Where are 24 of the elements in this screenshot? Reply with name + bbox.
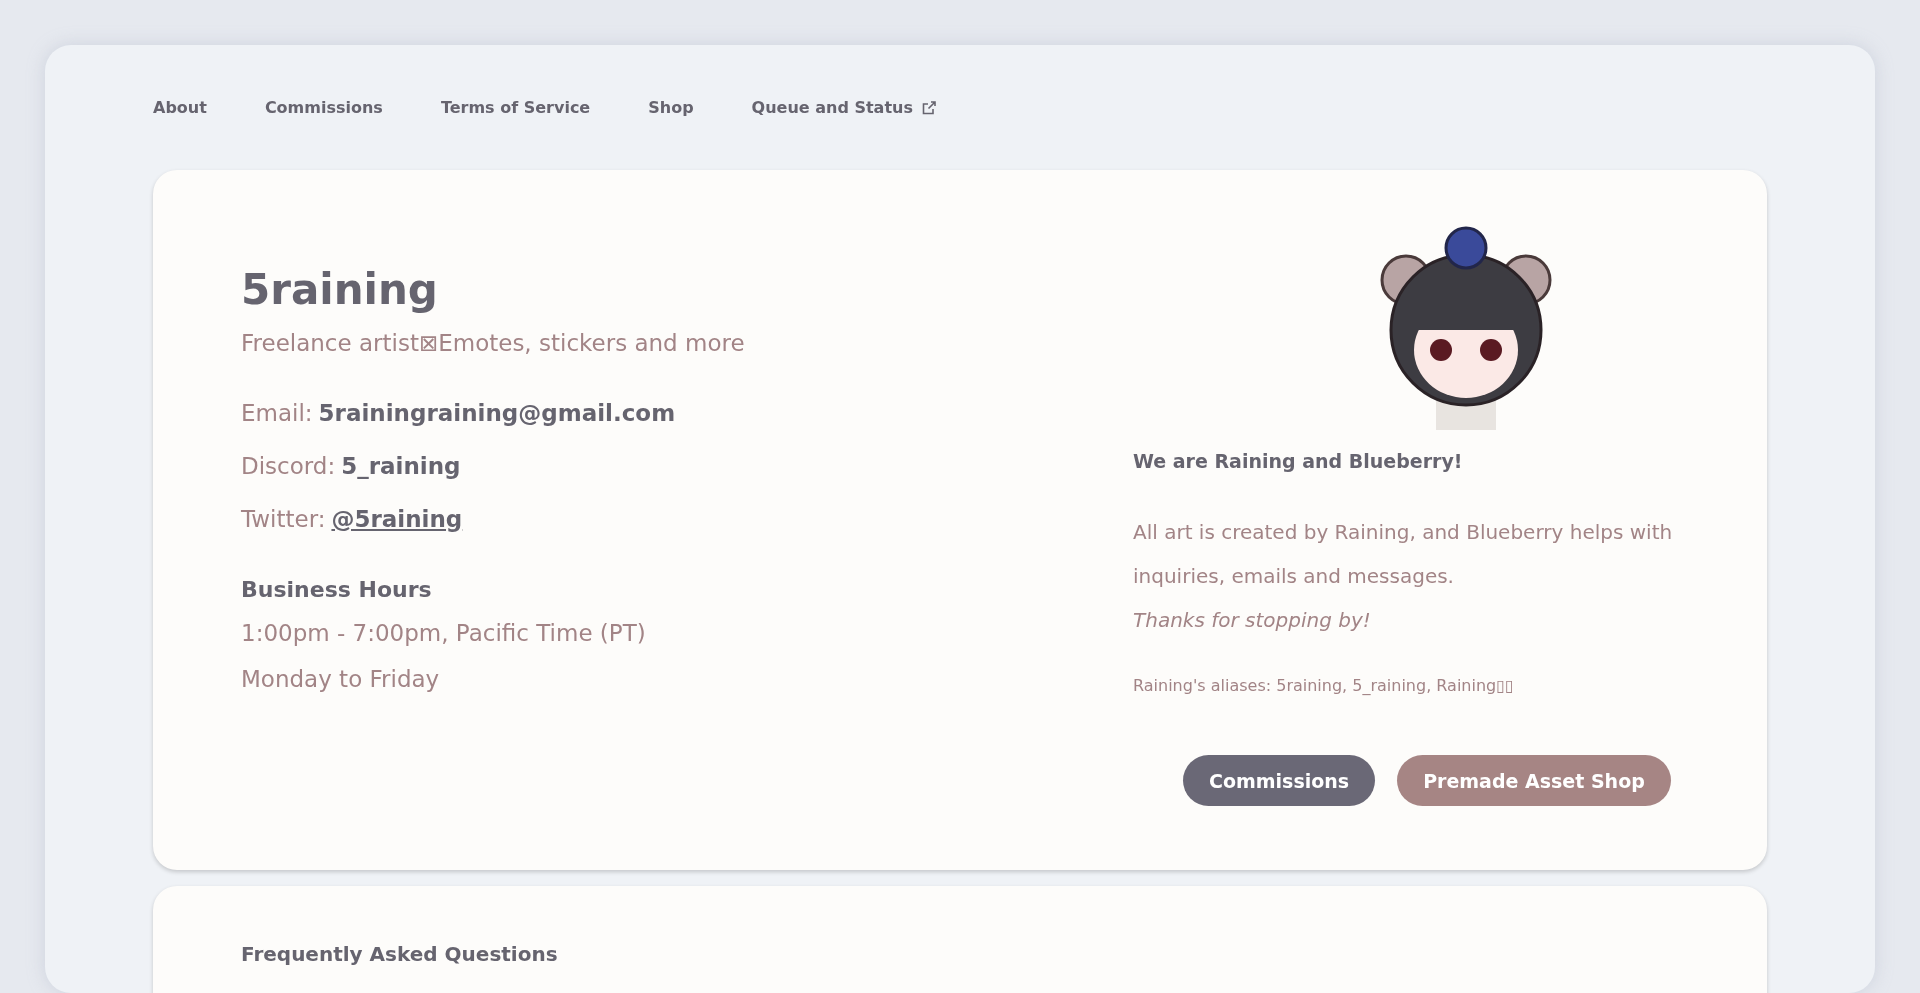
hours-text: 1:00pm - 7:00pm, Pacific Time (PT) (241, 620, 647, 646)
contact-value: 5rainingraining@gmail.com (318, 400, 676, 426)
contact-value: 5_raining (341, 453, 461, 479)
contact-label: Twitter: (241, 506, 326, 532)
external-link-icon (921, 99, 937, 116)
nav-link[interactable]: Shop (648, 98, 694, 117)
nav-link[interactable]: About (153, 98, 207, 117)
contact-label: Discord: (241, 453, 336, 479)
thanks-text: Thanks for stopping by! (1133, 607, 1372, 634)
section-heading: Frequently Asked Questions (241, 942, 558, 966)
link-button[interactable]: Premade Asset Shop (1397, 755, 1671, 806)
contact-label: Email: (241, 400, 313, 426)
aliases-text: Raining's aliases: 5raining, 5_raining, Raining▯▯ (1133, 676, 1515, 695)
nav-link[interactable]: Queue and Status (751, 98, 937, 117)
tagline: Freelance artist⊠Emotes, stickers and more (241, 330, 746, 356)
link-button[interactable]: Commissions (1183, 755, 1376, 806)
nav-link[interactable]: Commissions (264, 98, 383, 117)
section-heading: Business Hours (241, 577, 433, 602)
section-heading: We are Raining and Blueberry! (1133, 450, 1464, 472)
hours-text: Monday to Friday (241, 666, 441, 692)
nav-link[interactable]: Terms of Service (440, 98, 591, 117)
profile-name: 5raining (241, 265, 439, 314)
profile-link[interactable]: @5raining (331, 506, 463, 532)
intro-text: All art is created by Raining, and Blueberry helps with inquiries, emails and messages. (1133, 519, 1674, 590)
